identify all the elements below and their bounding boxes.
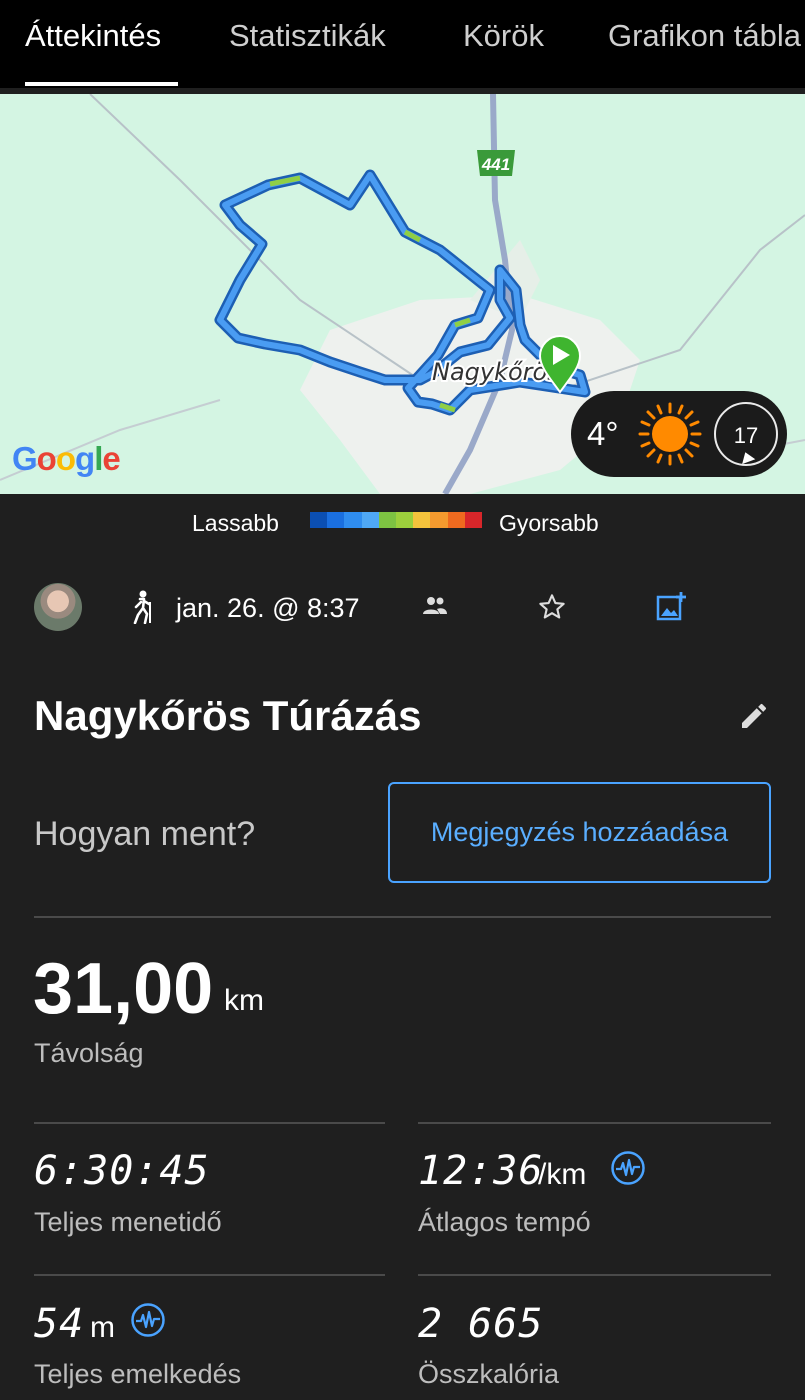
star-icon[interactable] <box>538 593 566 626</box>
legend-swatch <box>327 512 345 528</box>
activity-title: Nagykőrös Túrázás <box>34 692 422 739</box>
weather-temperature: 4° <box>587 415 619 452</box>
tab-laps[interactable]: Körök <box>463 18 544 54</box>
total-ascent-label: Teljes emelkedés <box>34 1359 242 1389</box>
total-calories-label: Összkalória <box>418 1359 560 1389</box>
divider <box>34 1122 385 1124</box>
pace-legend: Lassabb Gyorsabb <box>0 508 805 538</box>
legend-swatch <box>361 512 379 528</box>
avatar[interactable] <box>34 583 82 631</box>
tab-bar: Áttekintés Statisztikák Körök Grafikon t… <box>0 0 805 88</box>
total-ascent-unit: m <box>90 1311 115 1344</box>
legend-swatch <box>430 512 448 528</box>
tab-statistics[interactable]: Statisztikák <box>229 18 386 54</box>
road-number: 441 <box>481 155 510 174</box>
divider <box>418 1274 771 1276</box>
legend-swatch <box>464 512 483 528</box>
edit-pencil-icon[interactable] <box>738 700 770 737</box>
people-icon[interactable] <box>422 596 448 621</box>
add-note-button[interactable]: Megjegyzés hozzáadása <box>388 782 771 883</box>
legend-slow-label: Lassabb <box>192 510 279 536</box>
divider <box>34 916 771 918</box>
weather-badge: 4° 17 <box>571 391 787 477</box>
activity-date: jan. 26. @ 8:37 <box>176 593 360 623</box>
wind-direction-icon <box>738 449 756 465</box>
google-logo: Google <box>12 440 121 477</box>
hiking-icon <box>128 590 156 629</box>
total-calories-value: 2 665 <box>418 1301 544 1347</box>
divider <box>418 1122 771 1124</box>
tab-charts[interactable]: Grafikon tábla <box>608 18 801 54</box>
distance-label: Távolság <box>34 1038 144 1068</box>
distance-value: 31,00 <box>33 949 214 1029</box>
wind-indicator: 17 <box>714 402 778 466</box>
elevation-chart-icon[interactable] <box>130 1302 166 1343</box>
legend-swatch <box>413 512 431 528</box>
avg-pace-value: 12:36 <box>418 1148 544 1194</box>
legend-swatch <box>396 512 414 528</box>
legend-fast-label: Gyorsabb <box>499 510 599 536</box>
how-did-it-go-prompt: Hogyan ment? <box>34 815 256 853</box>
total-ascent-value: 54 <box>34 1301 85 1347</box>
legend-swatch <box>378 512 397 528</box>
activity-meta-row: jan. 26. @ 8:37 <box>0 578 805 638</box>
legend-swatch <box>447 512 465 528</box>
wind-speed: 17 <box>733 423 759 448</box>
avg-pace-unit: /km <box>538 1158 587 1191</box>
add-photo-icon[interactable] <box>655 590 687 627</box>
total-time-value: 6:30:45 <box>34 1148 210 1194</box>
total-time-label: Teljes menetidő <box>34 1207 222 1237</box>
divider <box>34 1274 385 1276</box>
pace-color-scale <box>310 512 483 528</box>
pace-chart-icon[interactable] <box>610 1150 646 1191</box>
road-shield-441: 441 <box>477 150 515 176</box>
active-tab-indicator <box>25 82 178 86</box>
legend-swatch <box>310 512 328 528</box>
tab-overview[interactable]: Áttekintés <box>25 18 161 54</box>
legend-swatch <box>344 512 362 528</box>
sun-icon <box>637 401 703 472</box>
avg-pace-label: Átlagos tempó <box>418 1207 591 1237</box>
distance-unit: km <box>224 984 264 1017</box>
